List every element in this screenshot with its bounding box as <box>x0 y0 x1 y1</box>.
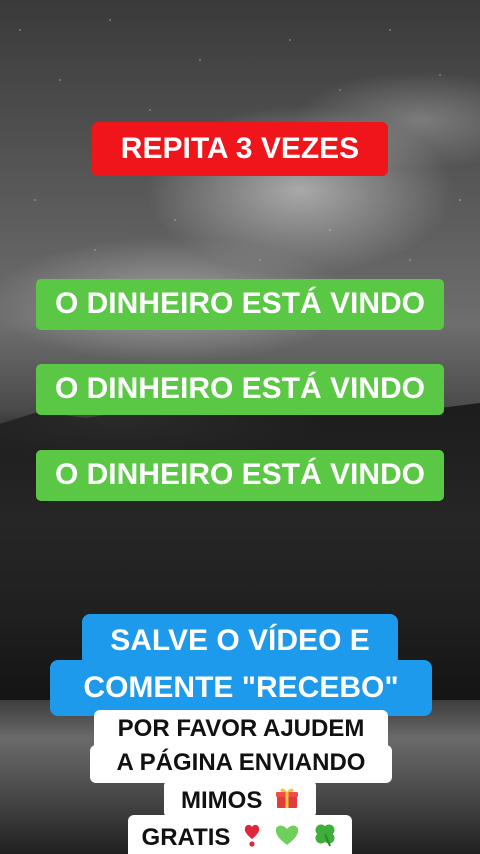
repeat-3-times-badge: REPITA 3 VEZES <box>92 122 388 176</box>
affirmation-line-1: O DINHEIRO ESTÁ VINDO <box>36 279 444 330</box>
request-line-3: MIMOS <box>164 780 316 818</box>
gift-icon <box>275 786 299 810</box>
request-line-3-text: MIMOS <box>181 787 263 814</box>
comment-recebo-caption: COMENTE "RECEBO" <box>50 660 432 716</box>
request-line-4-text: GRATIS <box>141 824 231 851</box>
green-heart-icon <box>274 823 300 847</box>
affirmation-line-2: O DINHEIRO ESTÁ VINDO <box>36 364 444 415</box>
heavy-heart-exclamation-icon <box>243 823 261 847</box>
affirmation-line-3: O DINHEIRO ESTÁ VINDO <box>36 450 444 501</box>
request-line-2-text: A PÁGINA ENVIANDO <box>116 749 366 776</box>
request-line-4: GRATIS <box>128 815 352 854</box>
request-line-2: A PÁGINA ENVIANDO <box>90 745 392 783</box>
story-frame: REPITA 3 VEZES O DINHEIRO ESTÁ VINDO O D… <box>0 0 480 854</box>
save-video-caption: SALVE O VÍDEO E <box>82 614 398 666</box>
four-leaf-clover-icon <box>312 821 338 847</box>
starfield <box>0 0 480 420</box>
request-line-1: POR FAVOR AJUDEM <box>94 710 388 748</box>
request-line-1-text: POR FAVOR AJUDEM <box>117 715 365 742</box>
